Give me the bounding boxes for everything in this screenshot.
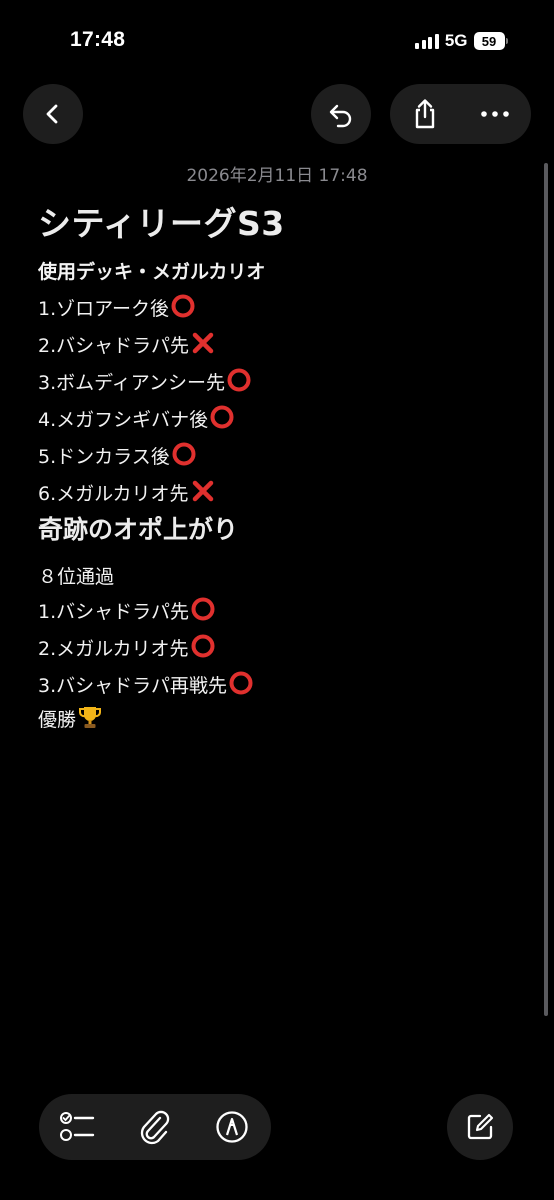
note-line: 1.バシャドラパ先 [38, 596, 216, 624]
compose-button[interactable] [447, 1094, 513, 1160]
note-line-text: 使用デッキ・メガルカリオ [38, 261, 266, 283]
note-line: 6.メガルカリオ先 [38, 478, 216, 506]
chevron-left-icon [46, 104, 58, 124]
scrollbar[interactable] [544, 163, 548, 1016]
battery-level: 59 [473, 32, 505, 50]
win-circle-icon [227, 368, 251, 392]
paperclip-icon [140, 1110, 170, 1145]
note-line-text: 3.ボムディアンシー先 [38, 372, 226, 394]
note-line-text: 2.バシャドラパ先 [38, 335, 189, 357]
trophy-icon [79, 707, 102, 728]
note-actions-group [390, 84, 531, 144]
note-line: 3.バシャドラパ再戦先 [38, 670, 254, 698]
note-line: ８位通過 [38, 562, 114, 589]
note-line: 1.ゾロアーク後 [38, 293, 196, 321]
note-title[interactable]: シティリーグS3 [38, 197, 285, 245]
ellipsis-icon [481, 111, 509, 117]
attachment-button[interactable] [120, 1097, 190, 1157]
bottom-toolbar [39, 1094, 271, 1160]
note-line-text: 4.メガフシギバナ後 [38, 409, 209, 431]
loss-cross-icon [192, 480, 213, 502]
checklist-icon [59, 1112, 94, 1141]
note-line-text: 6.メガルカリオ先 [38, 483, 189, 505]
markup-button[interactable] [197, 1097, 267, 1157]
note-line-text: ８位通過 [38, 566, 115, 588]
markup-pen-icon [216, 1111, 248, 1143]
win-circle-icon [171, 294, 195, 318]
status-indicators: 5G 59 [415, 30, 508, 52]
more-button[interactable] [460, 84, 530, 144]
checklist-button[interactable] [43, 1097, 113, 1157]
cellular-signal-icon [415, 33, 439, 49]
note-line-text: 3.バシャドラパ再戦先 [38, 675, 227, 697]
note-line: 3.ボムディアンシー先 [38, 367, 252, 395]
back-button[interactable] [23, 84, 83, 144]
loss-cross-icon [192, 332, 214, 354]
undo-icon [329, 104, 352, 128]
note-timestamp: 2026年2月11日 17:48 [186, 166, 368, 186]
win-circle-icon [191, 597, 215, 621]
note-line-text: 優勝 [38, 709, 77, 731]
note-line: 5.ドンカラス後 [38, 441, 197, 469]
note-line: 2.メガルカリオ先 [38, 633, 216, 661]
note-line: 優勝 [38, 704, 103, 732]
note-line-text: 奇跡のオポ上がり [38, 515, 239, 544]
note-line-text: 5.ドンカラス後 [38, 446, 170, 468]
undo-button[interactable] [311, 84, 371, 144]
note-line: 2.バシャドラパ先 [38, 330, 216, 358]
win-circle-icon [210, 405, 234, 429]
win-circle-icon [229, 671, 253, 695]
note-heading: 奇跡のオポ上がり [38, 510, 238, 546]
note-line-text: 1.ゾロアーク後 [38, 298, 169, 320]
win-circle-icon [191, 634, 215, 658]
win-circle-icon [172, 442, 196, 466]
compose-icon [467, 1113, 494, 1140]
battery-icon: 59 [473, 32, 508, 50]
note-line: 使用デッキ・メガルカリオ [38, 257, 265, 284]
share-button[interactable] [390, 84, 460, 144]
status-time: 17:48 [70, 28, 126, 51]
note-line-text: 1.バシャドラパ先 [38, 601, 189, 623]
share-icon [415, 99, 435, 129]
network-type: 5G [444, 31, 468, 50]
note-line-text: 2.メガルカリオ先 [38, 638, 189, 660]
note-line: 4.メガフシギバナ後 [38, 404, 235, 432]
